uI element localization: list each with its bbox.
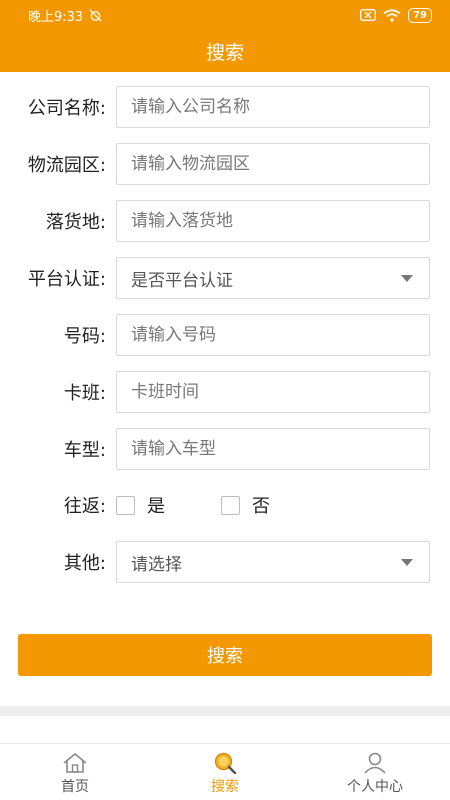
round-trip-yes-label: 是 [147, 496, 165, 517]
tab-home-label: 首页 [61, 779, 89, 795]
number-label: 号码: [63, 326, 106, 347]
platform-cert-row: 平台认证: 是否平台认证 [0, 257, 450, 299]
home-icon [63, 753, 87, 773]
sim-off-icon [360, 9, 377, 21]
status-time: 晚上9:33 [28, 9, 84, 25]
page-title: 搜索 [205, 41, 244, 64]
dropdown-arrow-icon [401, 559, 413, 566]
tab-profile-label: 个人中心 [347, 779, 403, 795]
park-row: 物流园区: [0, 143, 450, 185]
round-trip-no-label: 否 [252, 496, 270, 517]
search-icon [214, 752, 237, 774]
platform-cert-label: 平台认证: [27, 269, 106, 290]
status-bar: 晚上9:33 79 [0, 0, 450, 30]
company-input[interactable] [116, 86, 430, 128]
round-trip-options: 是 否 [116, 484, 270, 526]
vehicle-label: 车型: [63, 440, 106, 461]
alarm-off-icon [89, 8, 102, 22]
destination-label: 落货地: [45, 212, 106, 233]
checkbox-yes[interactable] [116, 495, 135, 515]
destination-input[interactable] [116, 200, 430, 242]
tab-search-label: 搜索 [211, 779, 239, 795]
platform-cert-select[interactable]: 是否平台认证 [116, 257, 430, 299]
destination-row: 落货地: [0, 200, 450, 242]
app-bar: 搜索 [0, 30, 450, 72]
dropdown-arrow-icon [401, 275, 413, 282]
vehicle-row: 车型: [0, 428, 450, 470]
round-trip-row: 往返: 是 否 [0, 484, 450, 526]
battery-indicator: 79 [408, 7, 432, 23]
tab-home[interactable]: 首页 [0, 744, 150, 800]
section-divider [0, 706, 450, 716]
company-label: 公司名称: [27, 98, 106, 119]
other-label: 其他: [63, 553, 106, 574]
company-row: 公司名称: [0, 86, 450, 128]
search-button[interactable]: 搜索 [18, 634, 432, 676]
round-trip-yes-option[interactable]: 是 [116, 492, 165, 518]
round-trip-no-option[interactable]: 否 [221, 492, 270, 518]
schedule-input[interactable] [116, 371, 430, 413]
checkbox-no[interactable] [221, 495, 240, 515]
other-row: 其他: 请选择 [0, 541, 450, 583]
number-row: 号码: [0, 314, 450, 356]
tab-search[interactable]: 搜索 [150, 744, 300, 800]
park-input[interactable] [116, 143, 430, 185]
round-trip-label: 往返: [63, 496, 106, 517]
park-label: 物流园区: [27, 155, 106, 176]
tab-profile[interactable]: 个人中心 [300, 744, 450, 800]
wifi-icon [383, 8, 401, 22]
other-value: 请选择 [131, 554, 182, 575]
bottom-tab-bar: 首页 搜索 个人中心 [0, 743, 450, 800]
user-icon [364, 752, 386, 774]
other-select[interactable]: 请选择 [116, 541, 430, 583]
number-input[interactable] [116, 314, 430, 356]
schedule-row: 卡班: [0, 371, 450, 413]
schedule-label: 卡班: [63, 383, 106, 404]
platform-cert-value: 是否平台认证 [131, 270, 233, 291]
vehicle-input[interactable] [116, 428, 430, 470]
